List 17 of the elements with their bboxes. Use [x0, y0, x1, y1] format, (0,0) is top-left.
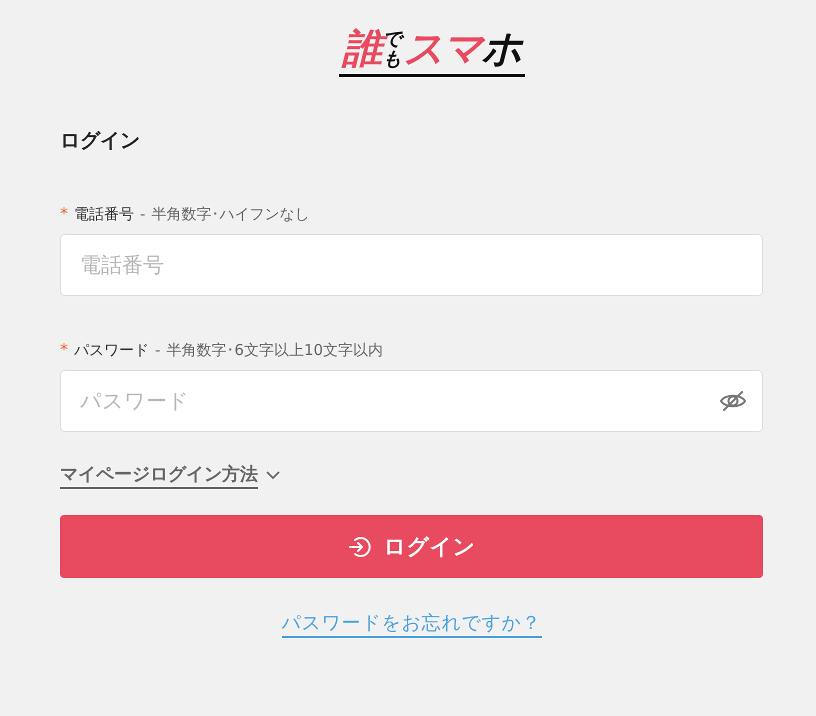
login-icon	[348, 534, 372, 558]
eye-off-icon[interactable]	[719, 389, 747, 413]
field-label: パスワード	[74, 341, 149, 360]
password-field[interactable]: パスワード	[60, 370, 763, 432]
field-hint: 半角数字･6文字以上10文字以内	[166, 341, 384, 360]
forgot-password-link[interactable]: パスワードをお忘れですか？	[282, 610, 542, 638]
phone-field[interactable]: 電話番号	[60, 234, 763, 296]
label-separator: -	[140, 205, 146, 223]
login-method-toggle[interactable]: マイページログイン方法	[60, 462, 280, 489]
login-button[interactable]: ログイン	[60, 515, 763, 578]
page-title: ログイン	[60, 127, 141, 154]
field-hint: 半角数字･ハイフンなし	[151, 205, 310, 224]
required-mark: *	[60, 340, 68, 359]
required-mark: *	[60, 204, 68, 223]
field-label: 電話番号	[74, 205, 134, 224]
label-separator: -	[155, 341, 160, 359]
chevron-icon	[266, 471, 280, 480]
